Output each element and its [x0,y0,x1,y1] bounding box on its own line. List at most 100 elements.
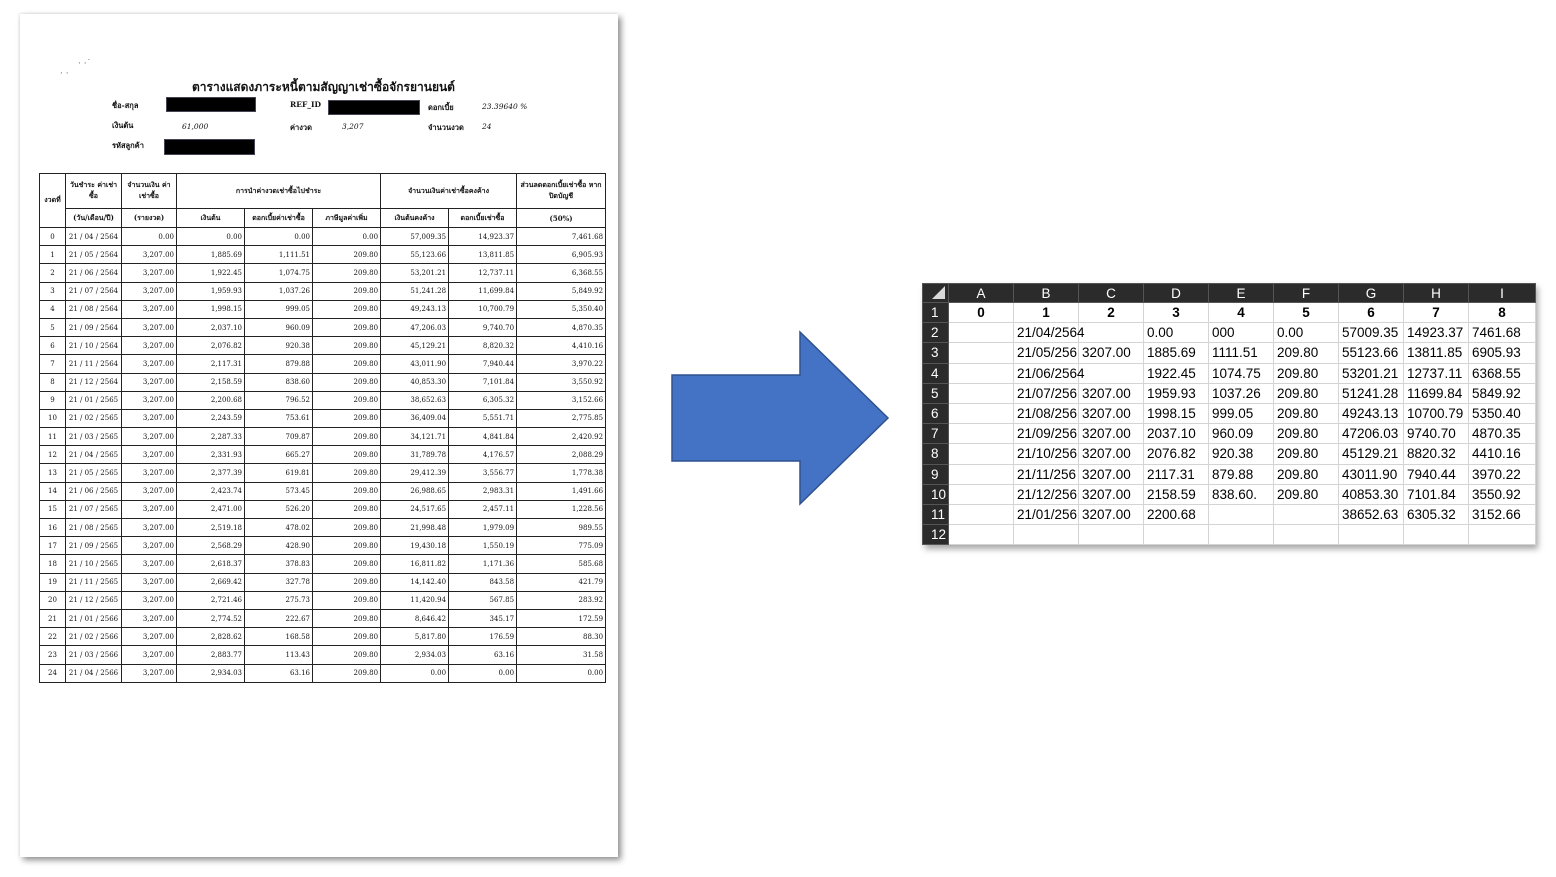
spreadsheet-cell[interactable]: 21/11/256 [1013,463,1079,485]
spreadsheet-cell[interactable] [948,382,1014,404]
spreadsheet-cell[interactable]: 3152.66 [1468,503,1536,526]
column-header-i[interactable]: I [1468,283,1536,303]
spreadsheet-cell[interactable] [1273,524,1339,546]
spreadsheet-cell[interactable]: 1 [1013,301,1079,324]
row-header[interactable]: 8 [922,443,949,465]
spreadsheet-cell[interactable]: 1111.51 [1208,342,1274,364]
column-header-f[interactable]: F [1273,283,1339,303]
spreadsheet-cell[interactable]: 11699.84 [1403,382,1469,404]
spreadsheet-cell[interactable] [1013,524,1079,546]
spreadsheet-cell[interactable]: 21/12/256 [1013,483,1079,505]
spreadsheet-cell[interactable]: 55123.66 [1338,342,1404,364]
row-header[interactable]: 12 [922,524,949,546]
spreadsheet-cell[interactable]: 209.80 [1273,362,1339,384]
spreadsheet-cell[interactable]: 43011.90 [1338,463,1404,485]
spreadsheet-cell[interactable] [1273,503,1339,526]
row-header[interactable]: 4 [922,362,949,384]
spreadsheet-cell[interactable]: 21/09/256 [1013,423,1079,445]
spreadsheet-cell[interactable]: 3970.22 [1468,463,1536,485]
spreadsheet-cell[interactable] [948,483,1014,505]
spreadsheet-cell[interactable]: 1998.15 [1143,402,1209,425]
spreadsheet-cell[interactable]: 1885.69 [1143,342,1209,364]
spreadsheet-cell[interactable]: 21/05/256 [1013,342,1079,364]
spreadsheet-cell[interactable]: 209.80 [1273,382,1339,404]
spreadsheet-cell[interactable]: 49243.13 [1338,402,1404,425]
spreadsheet-cell[interactable] [948,463,1014,485]
spreadsheet-cell[interactable]: 3207.00 [1078,402,1144,425]
spreadsheet-cell[interactable]: 6 [1338,301,1404,324]
spreadsheet-cell[interactable]: 8 [1468,301,1536,324]
column-header-b[interactable]: B [1013,283,1079,303]
column-header-a[interactable]: A [948,283,1014,303]
spreadsheet-cell[interactable]: 4870.35 [1468,423,1536,445]
column-header-g[interactable]: G [1338,283,1404,303]
row-header[interactable]: 6 [922,402,949,425]
row-header[interactable]: 11 [922,503,949,526]
spreadsheet-cell[interactable] [948,443,1014,465]
spreadsheet-cell[interactable] [1078,322,1144,344]
row-header[interactable]: 3 [922,342,949,364]
spreadsheet-cell[interactable]: 2158.59 [1143,483,1209,505]
spreadsheet-cell[interactable]: 3207.00 [1078,443,1144,465]
spreadsheet-cell[interactable]: 3207.00 [1078,483,1144,505]
spreadsheet-cell[interactable] [1078,524,1144,546]
spreadsheet-cell[interactable]: 3207.00 [1078,342,1144,364]
spreadsheet-cell[interactable]: 2076.82 [1143,443,1209,465]
spreadsheet-cell[interactable]: 21/07/256 [1013,382,1079,404]
spreadsheet-cell[interactable]: 13811.85 [1403,342,1469,364]
spreadsheet-cell[interactable]: 209.80 [1273,342,1339,364]
spreadsheet-cell[interactable]: 2037.10 [1143,423,1209,445]
spreadsheet-cell[interactable]: 57009.35 [1338,322,1404,344]
spreadsheet-cell[interactable]: 7101.84 [1403,483,1469,505]
spreadsheet-cell[interactable]: 21/01/256 [1013,503,1079,526]
spreadsheet-cell[interactable]: 3207.00 [1078,463,1144,485]
spreadsheet-cell[interactable]: 5849.92 [1468,382,1536,404]
spreadsheet-cell[interactable]: 7461.68 [1468,322,1536,344]
spreadsheet-cell[interactable] [948,423,1014,445]
spreadsheet-cell[interactable]: 0.00 [1273,322,1339,344]
spreadsheet-cell[interactable] [948,524,1014,546]
spreadsheet-cell[interactable] [948,503,1014,526]
spreadsheet-cell[interactable]: 209.80 [1273,402,1339,425]
spreadsheet-cell[interactable]: 51241.28 [1338,382,1404,404]
column-header-c[interactable]: C [1078,283,1144,303]
spreadsheet-cell[interactable]: 45129.21 [1338,443,1404,465]
spreadsheet-cell[interactable]: 6368.55 [1468,362,1536,384]
spreadsheet-cell[interactable]: 3 [1143,301,1209,324]
spreadsheet-cell[interactable]: 2117.31 [1143,463,1209,485]
spreadsheet-cell[interactable]: 5 [1273,301,1339,324]
select-all-corner[interactable] [922,283,949,303]
spreadsheet-cell[interactable]: 209.80 [1273,483,1339,505]
spreadsheet-cell[interactable]: 209.80 [1273,423,1339,445]
spreadsheet-cell[interactable]: 12737.11 [1403,362,1469,384]
spreadsheet-cell[interactable] [1403,524,1469,546]
row-header[interactable]: 5 [922,382,949,404]
row-header[interactable]: 1 [922,301,949,324]
spreadsheet-cell[interactable]: 21/04/2564 [1013,322,1085,344]
spreadsheet-cell[interactable]: 879.88 [1208,463,1274,485]
spreadsheet-cell[interactable]: 960.09 [1208,423,1274,445]
spreadsheet-cell[interactable]: 1959.93 [1143,382,1209,404]
spreadsheet-cell[interactable]: 3550.92 [1468,483,1536,505]
spreadsheet-cell[interactable] [1078,362,1144,384]
spreadsheet-cell[interactable]: 4 [1208,301,1274,324]
spreadsheet-cell[interactable]: 2 [1078,301,1144,324]
spreadsheet-cell[interactable]: 1074.75 [1208,362,1274,384]
spreadsheet-cell[interactable]: 8820.32 [1403,443,1469,465]
spreadsheet-cell[interactable]: 0.00 [1143,322,1209,344]
spreadsheet-cell[interactable]: 9740.70 [1403,423,1469,445]
spreadsheet-cell[interactable] [948,342,1014,364]
spreadsheet-cell[interactable] [948,402,1014,425]
spreadsheet-cell[interactable]: 209.80 [1273,463,1339,485]
spreadsheet-cell[interactable]: 4410.16 [1468,443,1536,465]
spreadsheet-cell[interactable] [1208,524,1274,546]
row-header[interactable]: 2 [922,322,949,344]
row-header[interactable]: 10 [922,483,949,505]
spreadsheet-cell[interactable]: 5350.40 [1468,402,1536,425]
spreadsheet-cell[interactable] [1143,524,1209,546]
spreadsheet-cell[interactable]: 6905.93 [1468,342,1536,364]
spreadsheet-cell[interactable] [1208,503,1274,526]
spreadsheet-cell[interactable] [948,362,1014,384]
spreadsheet-cell[interactable]: 000 [1208,322,1274,344]
spreadsheet-cell[interactable]: 21/08/256 [1013,402,1079,425]
